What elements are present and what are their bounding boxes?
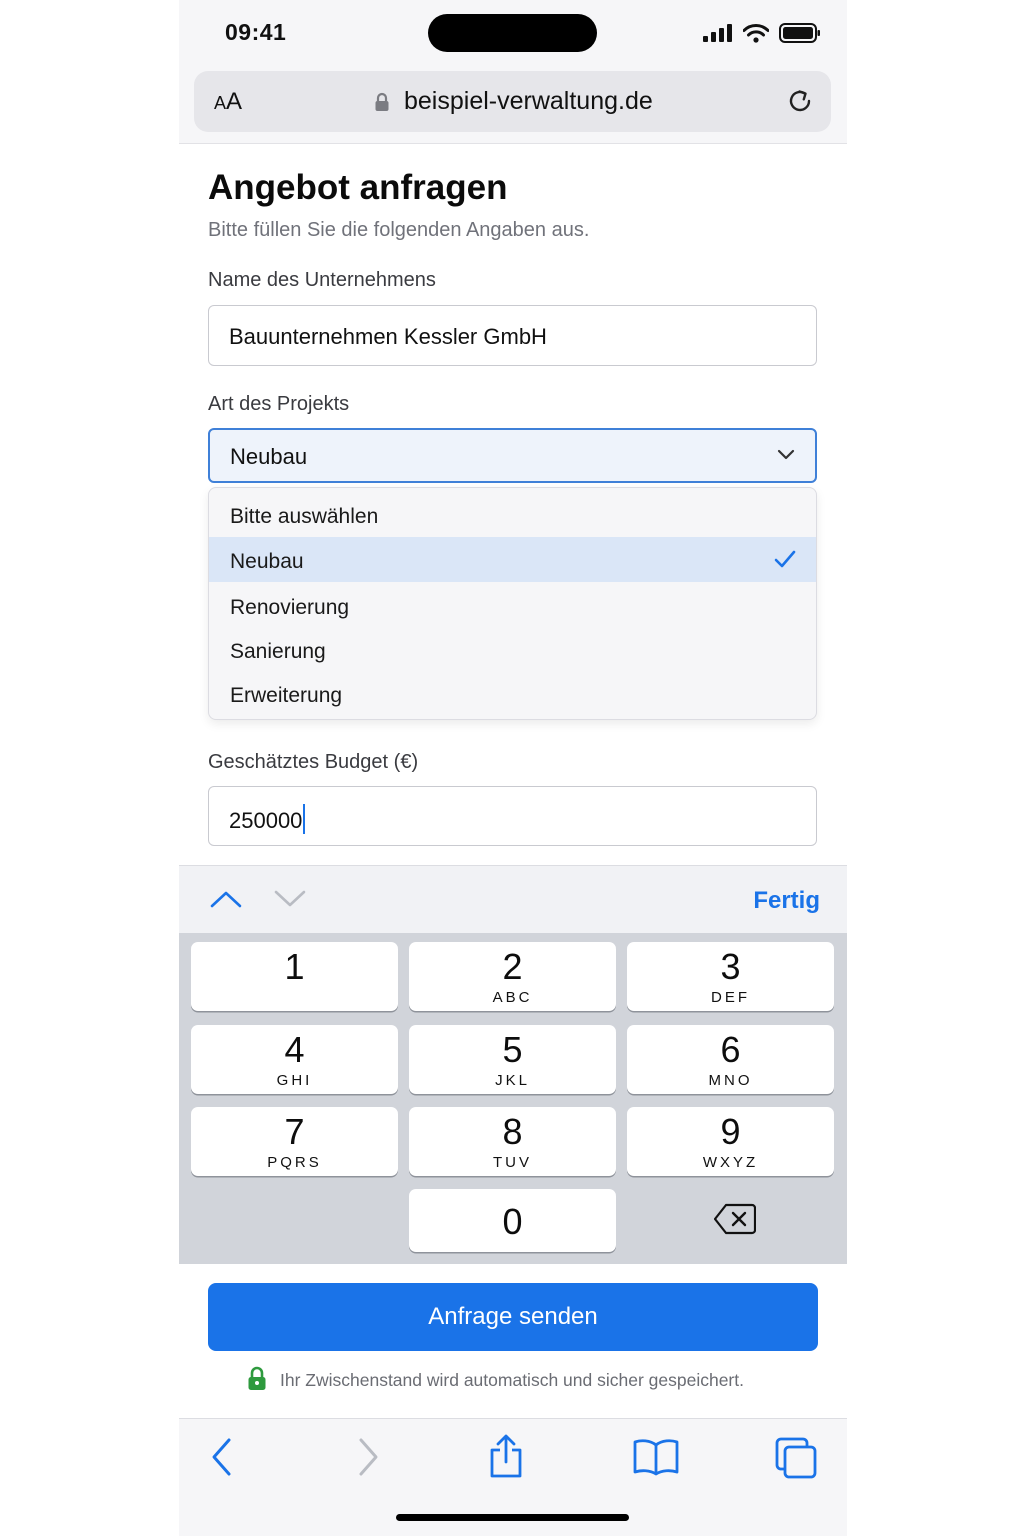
chevron-down-icon[interactable]: [273, 889, 307, 909]
key-8[interactable]: 8 TUV: [409, 1107, 616, 1176]
option-label: Erweiterung: [230, 684, 343, 707]
backspace-icon[interactable]: [714, 1203, 756, 1235]
option-label: Renovierung: [230, 596, 350, 619]
done-button[interactable]: Fertig: [753, 887, 820, 915]
key-letters: WXYZ: [702, 1154, 759, 1171]
status-icons: [703, 21, 821, 45]
key-number: 7: [284, 1111, 305, 1152]
project-type-label: Art des Projekts: [208, 393, 350, 415]
key-number: 2: [502, 946, 523, 987]
budget-value-wrap: 250000: [229, 804, 306, 834]
key-letters: MNO: [708, 1072, 753, 1089]
key-number: 3: [720, 946, 741, 987]
project-type-select[interactable]: Neubau: [208, 428, 817, 483]
page-title: Angebot anfragen: [208, 168, 508, 207]
key-number: 9: [720, 1111, 741, 1152]
checkmark-icon: [774, 550, 796, 568]
share-icon[interactable]: [487, 1433, 525, 1479]
option-label: Bitte auswählen: [230, 505, 379, 528]
key-9[interactable]: 9 WXYZ: [627, 1107, 834, 1176]
budget-field[interactable]: 250000: [208, 786, 817, 846]
dropdown-option[interactable]: Bitte auswählen: [209, 492, 816, 537]
status-bar: 09:41: [179, 0, 847, 64]
address-bar-container: AA beispiel-verwaltung.de: [179, 64, 847, 144]
dropdown-option[interactable]: Erweiterung: [209, 671, 816, 716]
submit-button[interactable]: Anfrage senden: [208, 1283, 818, 1351]
key-letters: DEF: [711, 989, 750, 1006]
phone-screen: 09:41 AA beispiel-verwaltung.de Angebot …: [179, 0, 847, 1536]
back-icon[interactable]: [209, 1437, 235, 1477]
text-size-small-a: A: [214, 93, 227, 113]
key-number: 6: [720, 1029, 741, 1070]
key-letters: TUV: [493, 1154, 532, 1171]
project-type-value: Neubau: [230, 444, 308, 469]
reload-icon[interactable]: [785, 86, 815, 116]
text-size-button[interactable]: AA: [214, 88, 242, 116]
status-time: 09:41: [225, 19, 287, 45]
battery-icon: [779, 23, 820, 43]
forward-icon[interactable]: [355, 1437, 381, 1477]
option-label: Sanierung: [230, 640, 326, 663]
budget-label: Geschätztes Budget (€): [208, 751, 419, 773]
key-5[interactable]: 5 JKL: [409, 1025, 616, 1094]
key-3[interactable]: 3 DEF: [627, 942, 834, 1011]
page-subtitle: Bitte füllen Sie die folgenden Angaben a…: [208, 219, 590, 241]
dynamic-island: [428, 14, 597, 52]
key-letters: ABC: [492, 989, 533, 1006]
lock-icon: [375, 92, 389, 111]
dropdown-option[interactable]: Renovierung: [209, 583, 816, 628]
address-bar[interactable]: AA beispiel-verwaltung.de: [194, 71, 831, 132]
option-label: Neubau: [230, 550, 304, 573]
dropdown-option[interactable]: Sanierung: [209, 627, 816, 672]
company-label: Name des Unternehmens: [208, 269, 436, 291]
key-0[interactable]: 0: [409, 1189, 616, 1252]
tabs-icon[interactable]: [775, 1437, 819, 1481]
wifi-icon: [743, 23, 769, 43]
chevron-up-icon[interactable]: [209, 889, 243, 909]
key-number: 1: [284, 946, 305, 987]
key-6[interactable]: 6 MNO: [627, 1025, 834, 1094]
company-name-value: Bauunternehmen Kessler GmbH: [229, 324, 547, 349]
key-letters: GHI: [276, 1072, 313, 1089]
key-2[interactable]: 2 ABC: [409, 942, 616, 1011]
dropdown-option-selected[interactable]: Neubau: [209, 537, 816, 582]
key-7[interactable]: 7 PQRS: [191, 1107, 398, 1176]
company-name-field[interactable]: Bauunternehmen Kessler GmbH: [208, 305, 817, 366]
key-1[interactable]: 1: [191, 942, 398, 1011]
key-number: 0: [502, 1201, 523, 1242]
key-letters: JKL: [495, 1072, 530, 1089]
key-4[interactable]: 4 GHI: [191, 1025, 398, 1094]
key-number: 5: [502, 1029, 523, 1070]
bookmarks-icon[interactable]: [633, 1437, 679, 1477]
project-type-dropdown: Bitte auswählen Neubau Renovierung Sanie…: [208, 487, 817, 720]
key-number: 8: [502, 1111, 523, 1152]
text-cursor: [303, 804, 306, 834]
key-number: 4: [284, 1029, 305, 1070]
lock-icon: [248, 1366, 266, 1390]
keyboard-accessory-bar: Fertig: [179, 865, 847, 933]
signal-icon: [703, 24, 732, 42]
budget-value: 250000: [229, 808, 303, 833]
url-text[interactable]: beispiel-verwaltung.de: [404, 87, 653, 116]
chevron-down-icon: [777, 449, 795, 460]
browser-toolbar: [179, 1418, 847, 1536]
autosave-note: Ihr Zwischenstand wird automatisch und s…: [280, 1370, 744, 1390]
home-indicator: [396, 1514, 629, 1521]
key-letters: PQRS: [267, 1154, 322, 1171]
